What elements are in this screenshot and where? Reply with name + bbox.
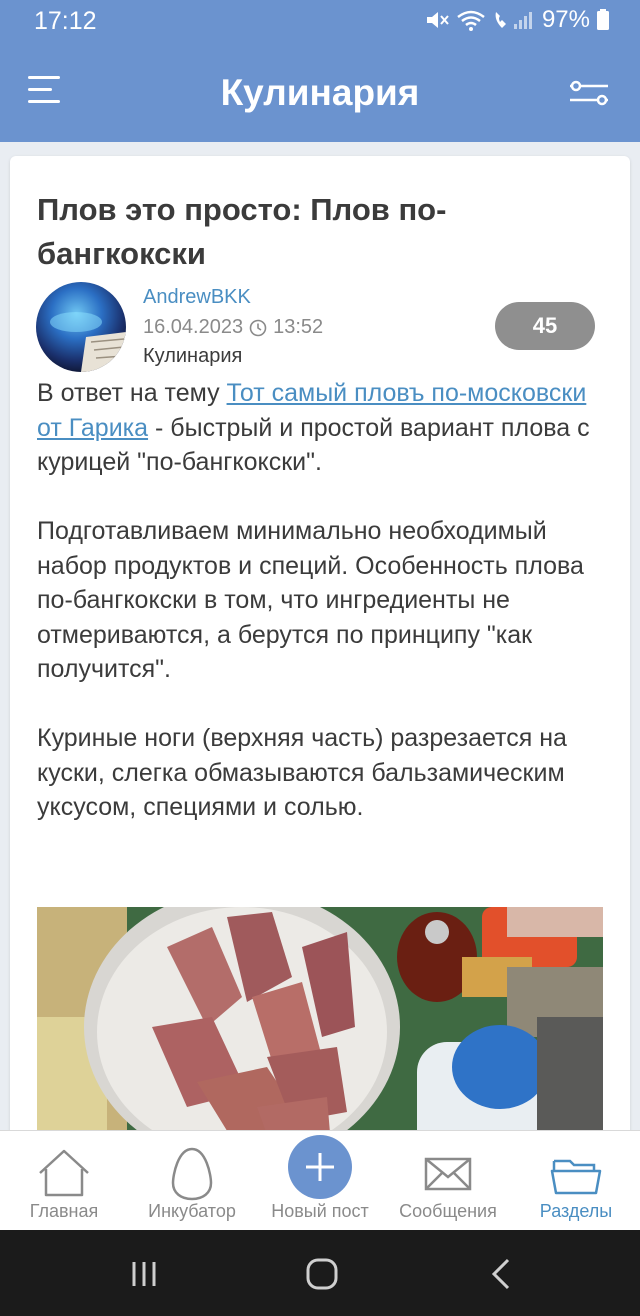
egg-icon (171, 1147, 213, 1201)
nav-messages-label: Сообщения (399, 1201, 497, 1221)
nav-incubator[interactable]: Инкубатор (128, 1131, 256, 1231)
post-body: В ответ на тему Тот самый пловъ по-моско… (37, 376, 612, 859)
call-signal-icon (495, 12, 532, 29)
nav-new-post[interactable]: Новый пост (256, 1131, 384, 1231)
post-card: Плов это просто: Плов по-бангкокски Andr… (10, 156, 630, 1156)
nav-home-label: Главная (29, 1201, 99, 1221)
status-time: 17:12 (34, 7, 97, 35)
recent-apps-icon[interactable] (114, 1252, 174, 1296)
post-section[interactable]: Кулинария (143, 345, 242, 368)
rating-badge[interactable]: 45 (495, 302, 595, 350)
nav-home[interactable]: Главная (0, 1131, 128, 1231)
wifi-icon (457, 10, 485, 31)
plus-icon (288, 1135, 352, 1199)
post-paragraph: Куриные ноги (верхняя часть) разрезается… (37, 724, 567, 821)
post-image[interactable] (37, 907, 603, 1156)
battery-percent: 97% (541, 6, 590, 33)
home-button-icon[interactable] (292, 1252, 352, 1296)
author-name[interactable]: AndrewBKK (143, 286, 251, 309)
page-title: Кулинария (220, 72, 420, 113)
filter-icon[interactable] (568, 78, 610, 108)
folder-icon (550, 1159, 602, 1195)
post-meta: 16.04.2023 13:52 (143, 316, 323, 339)
post-title[interactable]: Плов это просто: Плов по-бангкокски (37, 188, 597, 276)
bottom-navigation: Главная Инкубатор Новый пост Сообщения Р… (0, 1130, 640, 1230)
home-icon (39, 1149, 89, 1197)
mute-icon (426, 12, 449, 28)
nav-incubator-label: Инкубатор (148, 1201, 236, 1221)
status-icons: 97% (424, 6, 610, 34)
system-navigation-bar (0, 1230, 640, 1316)
clock-icon (249, 319, 267, 336)
battery-icon (597, 9, 609, 30)
app-bar: Кулинария (0, 44, 640, 142)
avatar[interactable] (36, 282, 126, 372)
back-icon[interactable] (472, 1252, 532, 1296)
nav-messages[interactable]: Сообщения (384, 1131, 512, 1231)
post-paragraph: В ответ на тему Тот самый пловъ по-моско… (37, 379, 590, 476)
nav-new-post-label: Новый пост (271, 1201, 369, 1221)
post-paragraph: Подготавливаем минимально необходимый на… (37, 517, 584, 683)
post-time: 13:52 (273, 316, 324, 338)
nav-sections-label: Разделы (539, 1201, 613, 1221)
status-bar: 17:12 97% (0, 0, 640, 44)
post-date: 16.04.2023 (143, 316, 244, 338)
envelope-icon (424, 1157, 472, 1191)
nav-sections[interactable]: Разделы (512, 1131, 640, 1231)
